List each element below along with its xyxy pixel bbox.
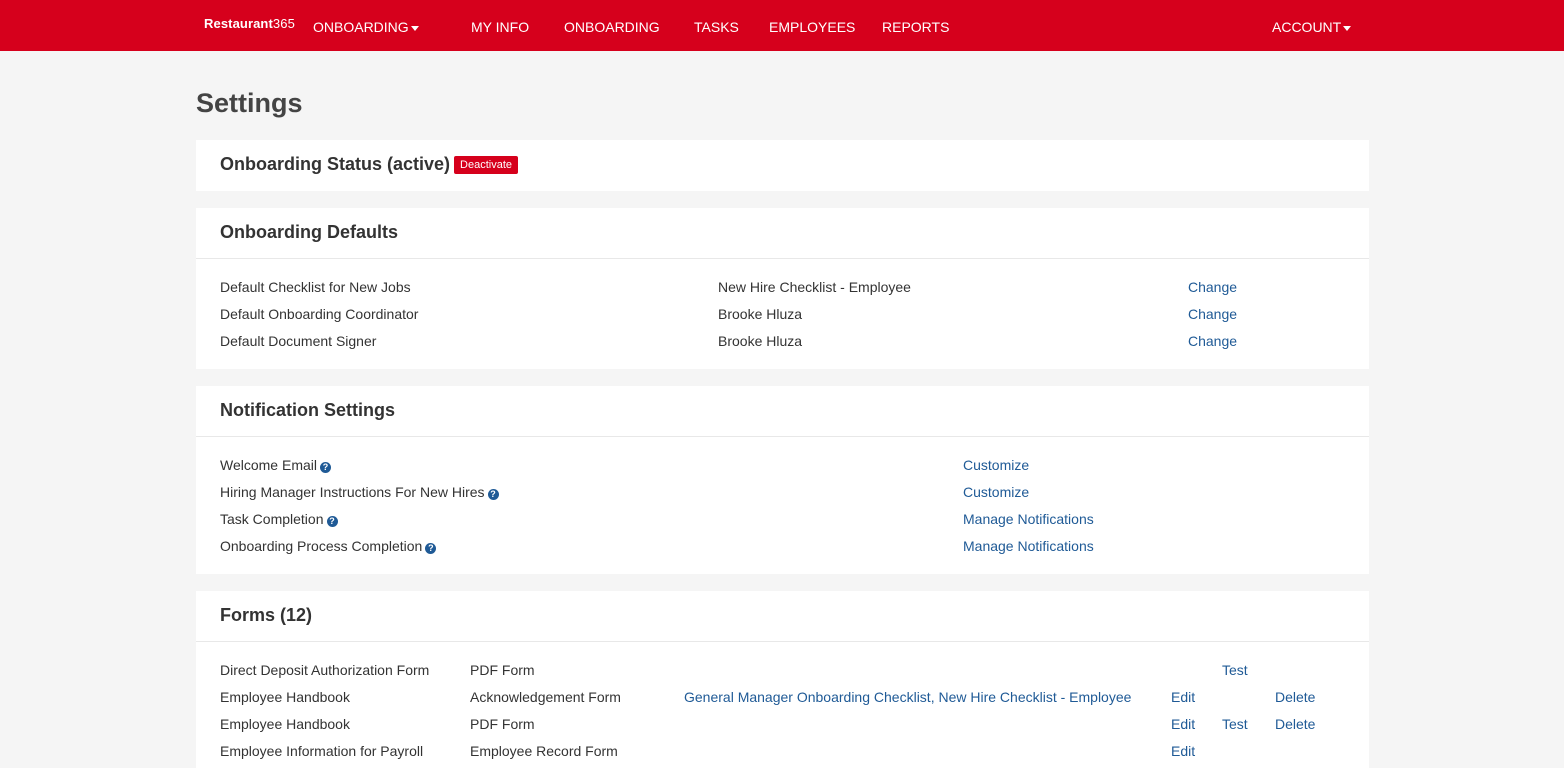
notification-label: Hiring Manager Instructions For New Hire… <box>220 484 499 500</box>
notification-label-text: Task Completion <box>220 511 324 527</box>
notification-label: Task Completion? <box>220 511 338 527</box>
edit-form-link[interactable]: Edit <box>1171 689 1195 705</box>
nav-my-info[interactable]: MY INFO <box>471 19 529 35</box>
help-icon[interactable]: ? <box>320 462 331 473</box>
onboarding-status-title: Onboarding Status (active) Deactivate <box>220 154 519 175</box>
form-type: Employee Record Form <box>470 743 618 759</box>
panel-header: Forms (12) <box>196 591 1369 642</box>
notification-row: Welcome Email? Customize <box>196 457 1369 477</box>
form-type: PDF Form <box>470 662 535 678</box>
form-checklists-link[interactable]: General Manager Onboarding Checklist, Ne… <box>684 689 1131 705</box>
notification-settings-title: Notification Settings <box>220 400 395 420</box>
form-row: Employee Information for Payroll Employe… <box>196 743 1369 763</box>
delete-form-link[interactable]: Delete <box>1275 689 1315 705</box>
test-form-link[interactable]: Test <box>1222 716 1248 732</box>
forms-title: Forms (12) <box>220 605 313 625</box>
nav-tasks[interactable]: TASKS <box>694 19 739 35</box>
form-row: Direct Deposit Authorization Form PDF Fo… <box>196 662 1369 682</box>
brand-number: 365 <box>272 16 295 31</box>
account-dropdown[interactable]: ACCOUNT <box>1272 19 1352 35</box>
defaults-label: Default Checklist for New Jobs <box>220 279 411 295</box>
onboarding-dropdown-label: ONBOARDING <box>313 19 409 35</box>
form-name: Direct Deposit Authorization Form <box>220 662 430 678</box>
panel-header: Notification Settings <box>196 386 1369 437</box>
caret-down-icon <box>410 25 419 31</box>
form-name: Employee Information for Payroll <box>220 743 424 759</box>
notification-label-text: Welcome Email <box>220 457 317 473</box>
defaults-row: Default Document Signer Brooke Hluza Cha… <box>196 333 1369 353</box>
form-row: Employee Handbook Acknowledgement Form G… <box>196 689 1369 709</box>
panel-header: Onboarding Defaults <box>196 208 1369 259</box>
onboarding-dropdown[interactable]: ONBOARDING <box>313 19 419 35</box>
notification-label-text: Hiring Manager Instructions For New Hire… <box>220 484 485 500</box>
help-icon[interactable]: ? <box>487 489 499 500</box>
brand-logo[interactable]: Restaurant365 <box>204 16 295 31</box>
delete-form-link[interactable]: Delete <box>1275 716 1315 732</box>
manage-process-notifications-link[interactable]: Manage Notifications <box>963 538 1094 554</box>
manage-task-notifications-link[interactable]: Manage Notifications <box>963 511 1094 527</box>
change-coordinator-link[interactable]: Change <box>1188 306 1237 322</box>
onboarding-defaults-title: Onboarding Defaults <box>220 222 399 242</box>
notification-row: Task Completion? Manage Notifications <box>196 511 1369 531</box>
form-name: Employee Handbook <box>220 689 350 705</box>
defaults-row: Default Onboarding Coordinator Brooke Hl… <box>196 306 1369 326</box>
nav-onboarding[interactable]: ONBOARDING <box>564 19 660 35</box>
customize-hiring-instructions-link[interactable]: Customize <box>963 484 1029 500</box>
deactivate-button[interactable]: Deactivate <box>454 156 519 174</box>
help-icon[interactable]: ? <box>326 516 338 527</box>
page-title: Settings <box>196 88 303 118</box>
notification-label: Onboarding Process Completion? <box>220 538 437 554</box>
onboarding-status-panel: Onboarding Status (active) Deactivate <box>196 140 1369 191</box>
defaults-value: Brooke Hluza <box>718 306 803 322</box>
nav-employees[interactable]: EMPLOYEES <box>769 19 855 35</box>
defaults-label: Default Onboarding Coordinator <box>220 306 419 322</box>
caret-down-icon <box>1343 25 1352 31</box>
notification-label-text: Onboarding Process Completion <box>220 538 423 554</box>
defaults-value: Brooke Hluza <box>718 333 803 349</box>
onboarding-defaults-panel: Onboarding Defaults Default Checklist fo… <box>196 208 1369 369</box>
defaults-label: Default Document Signer <box>220 333 377 349</box>
notification-settings-panel: Notification Settings Welcome Email? Cus… <box>196 386 1369 574</box>
nav-reports[interactable]: REPORTS <box>882 19 949 35</box>
form-type: PDF Form <box>470 716 535 732</box>
help-icon[interactable]: ? <box>425 543 437 554</box>
defaults-value: New Hire Checklist - Employee <box>718 279 911 295</box>
defaults-row: Default Checklist for New Jobs New Hire … <box>196 279 1369 299</box>
notification-row: Onboarding Process Completion? Manage No… <box>196 538 1369 558</box>
notification-label: Welcome Email? <box>220 457 331 473</box>
form-row: Employee Handbook PDF Form Edit Test Del… <box>196 716 1369 736</box>
change-checklist-link[interactable]: Change <box>1188 279 1237 295</box>
edit-form-link[interactable]: Edit <box>1171 743 1195 759</box>
top-navbar: Restaurant365 ONBOARDING MY INFO ONBOARD… <box>0 0 1564 51</box>
brand-name: Restaurant <box>204 16 273 31</box>
account-dropdown-label: ACCOUNT <box>1272 19 1342 35</box>
status-title-text: Onboarding Status (active) <box>220 154 451 174</box>
test-form-link[interactable]: Test <box>1222 662 1248 678</box>
notification-row: Hiring Manager Instructions For New Hire… <box>196 484 1369 504</box>
change-signer-link[interactable]: Change <box>1188 333 1237 349</box>
form-name: Employee Handbook <box>220 716 350 732</box>
customize-welcome-email-link[interactable]: Customize <box>963 457 1029 473</box>
forms-panel: Forms (12) Direct Deposit Authorization … <box>196 591 1369 768</box>
edit-form-link[interactable]: Edit <box>1171 716 1195 732</box>
form-type: Acknowledgement Form <box>470 689 621 705</box>
